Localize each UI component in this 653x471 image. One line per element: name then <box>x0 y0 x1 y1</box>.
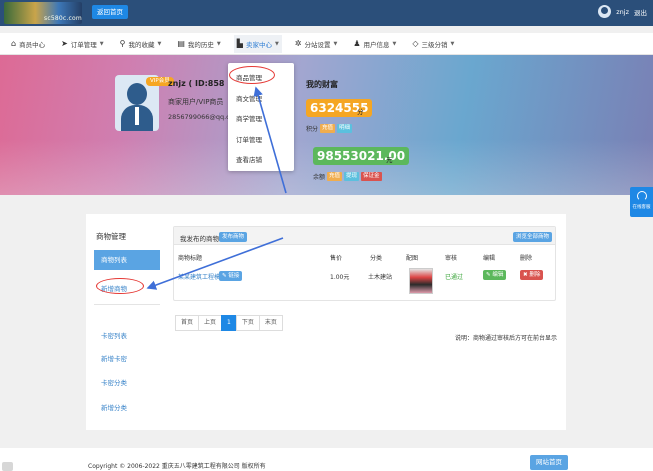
page-next[interactable]: 下页 <box>235 315 260 331</box>
page-current[interactable]: 1 <box>221 315 237 331</box>
col-price: 售价 <box>330 255 343 262</box>
nav-item-orders[interactable]: ➤ 订单管理 ▼ <box>58 35 107 53</box>
sidebar-divider <box>94 304 160 305</box>
delete-goods-button[interactable]: ✖ 删除 <box>520 270 544 280</box>
copyright-text: Copyright © 2006-2022 重庆五八零建筑工程有限公司 版权所有 <box>88 463 266 470</box>
avatar-head <box>127 83 147 105</box>
balance-value: 98553021.00 <box>313 147 410 165</box>
sidebar-item-add-category[interactable]: 新增分类 <box>101 402 127 412</box>
col-edit: 编辑 <box>483 255 496 262</box>
nav-item-history[interactable]: ▤ 我的历史 ▼ <box>174 35 223 53</box>
col-category: 分类 <box>370 255 383 262</box>
corner-icon <box>2 462 13 471</box>
file-icon: ▙ <box>236 39 243 48</box>
nav-item-favorites[interactable]: ⚲ 我的收藏 ▼ <box>117 35 165 53</box>
points-label: 积分 <box>306 126 319 133</box>
deposit-button[interactable]: 保证金 <box>361 172 382 181</box>
user-icon: ♟ <box>353 39 361 48</box>
chevron-down-icon: ▼ <box>392 40 397 47</box>
sidebar-item-card-list[interactable]: 卡密列表 <box>101 330 127 340</box>
wealth-title: 我的财富 <box>306 80 338 89</box>
user-area: znjz 退出 <box>598 5 647 18</box>
sidebar-title: 商物管理 <box>96 232 126 241</box>
nav-item-member-center[interactable]: ⌂ 商员中心 <box>8 35 48 53</box>
goods-review-status: 已通过 <box>445 274 464 281</box>
highlight-ellipse-add <box>96 278 144 294</box>
chevron-down-icon: ▼ <box>333 40 338 47</box>
gear-icon: ✲ <box>294 39 302 48</box>
goods-table-title: 我发布的商物 <box>180 235 219 243</box>
logout-link[interactable]: 退出 <box>634 7 647 17</box>
username[interactable]: znjz <box>616 8 629 16</box>
menu-item-courses[interactable]: 商学管理 <box>236 113 262 123</box>
search-icon: ⚲ <box>119 39 126 48</box>
chevron-down-icon: ▼ <box>99 40 104 47</box>
nav-label: 我的历史 <box>187 40 214 49</box>
points-actions: 积分 充值 明细 <box>306 124 353 133</box>
publish-goods-button[interactable]: 发布商物 <box>219 232 248 242</box>
site-home-button[interactable]: 网站首页 <box>530 455 568 470</box>
nav-item-user-info[interactable]: ♟ 用户信息 ▼ <box>350 35 399 53</box>
chevron-down-icon: ▼ <box>274 40 279 47</box>
sidebar-item-add-card[interactable]: 新增卡密 <box>101 353 127 363</box>
online-service-widget[interactable]: 在线客服 <box>630 187 653 217</box>
col-delete: 删除 <box>520 255 533 262</box>
nav-item-distribution[interactable]: ◇ 三级分销 ▼ <box>409 35 457 53</box>
page-last[interactable]: 末页 <box>258 315 283 331</box>
list-icon: ▤ <box>177 39 185 48</box>
page-first[interactable]: 首页 <box>175 315 200 331</box>
top-bar: sc580c.com 返回首页 znjz 退出 <box>0 0 653 26</box>
col-image: 配图 <box>406 255 419 262</box>
profile-name: znjz ( ID:858 ) <box>168 79 231 88</box>
return-home-button[interactable]: 返回首页 <box>92 5 128 19</box>
points-recharge-button[interactable]: 充值 <box>320 124 336 133</box>
withdraw-button[interactable]: 提现 <box>344 172 360 181</box>
nav-label: 分站设置 <box>304 40 331 49</box>
chevron-down-icon: ▼ <box>157 40 162 47</box>
col-title: 商物标题 <box>178 255 203 262</box>
diamond-icon: ◇ <box>412 39 419 48</box>
nav-label: 我的收藏 <box>128 40 155 49</box>
logo-text: sc580c.com <box>44 15 82 22</box>
nav-label: 订单管理 <box>70 40 97 49</box>
review-note: 说明：商物通过审核后方可在前台显示 <box>455 335 558 342</box>
balance-actions: 余额 充值 提现 保证金 <box>313 172 382 181</box>
nav-item-seller-center[interactable]: ▙ 卖家中心 ▼ <box>233 34 282 53</box>
points-unit: 分 <box>357 108 364 116</box>
pagination: 首页 上页 1 下页 末页 <box>175 315 283 331</box>
goods-price: 1.00元 <box>330 274 350 281</box>
menu-item-orders[interactable]: 订单管理 <box>236 134 262 144</box>
goods-link-button[interactable]: ✎ 链接 <box>219 271 243 281</box>
main-nav: ⌂ 商员中心 ➤ 订单管理 ▼ ⚲ 我的收藏 ▼ ▤ 我的历史 ▼ ▙ 卖家中心 ▼ ✲ 分站设置 ▼… <box>0 33 653 55</box>
home-icon: ⌂ <box>11 39 17 48</box>
balance-unit: 元 <box>386 156 393 164</box>
send-icon: ➤ <box>61 39 68 48</box>
site-logo[interactable]: sc580c.com <box>4 2 82 24</box>
chevron-down-icon: ▼ <box>450 40 455 47</box>
profile-role: 商家用户/VIP商员 <box>168 98 224 106</box>
nav-label: 用户信息 <box>363 40 390 49</box>
sidebar-item-card-category[interactable]: 卡密分类 <box>101 377 127 387</box>
page-prev[interactable]: 上页 <box>198 315 223 331</box>
nav-label: 商员中心 <box>19 40 46 49</box>
avatar-tie <box>135 107 139 125</box>
goods-category: 土木建站 <box>368 274 393 281</box>
sidebar-item-goods-list[interactable]: 商物列表 <box>94 250 160 270</box>
col-review: 审核 <box>445 255 458 262</box>
nav-label: 卖家中心 <box>245 40 272 49</box>
highlight-ellipse-menu <box>229 66 275 84</box>
menu-item-articles[interactable]: 商文管理 <box>236 93 262 103</box>
points-detail-button[interactable]: 明细 <box>337 124 353 133</box>
menu-item-view-shop[interactable]: 查看店铺 <box>236 154 262 164</box>
view-all-goods-button[interactable]: 浏览全部商物 <box>513 232 553 242</box>
nav-item-substation[interactable]: ✲ 分站设置 ▼ <box>292 35 341 53</box>
goods-thumbnail[interactable] <box>409 268 433 294</box>
balance-label: 余额 <box>313 174 326 181</box>
edit-goods-button[interactable]: ✎ 编辑 <box>483 270 507 280</box>
balance-recharge-button[interactable]: 充值 <box>327 172 343 181</box>
user-avatar-icon[interactable] <box>598 5 612 18</box>
nav-label: 三级分销 <box>421 40 448 49</box>
chevron-down-icon: ▼ <box>216 40 221 47</box>
